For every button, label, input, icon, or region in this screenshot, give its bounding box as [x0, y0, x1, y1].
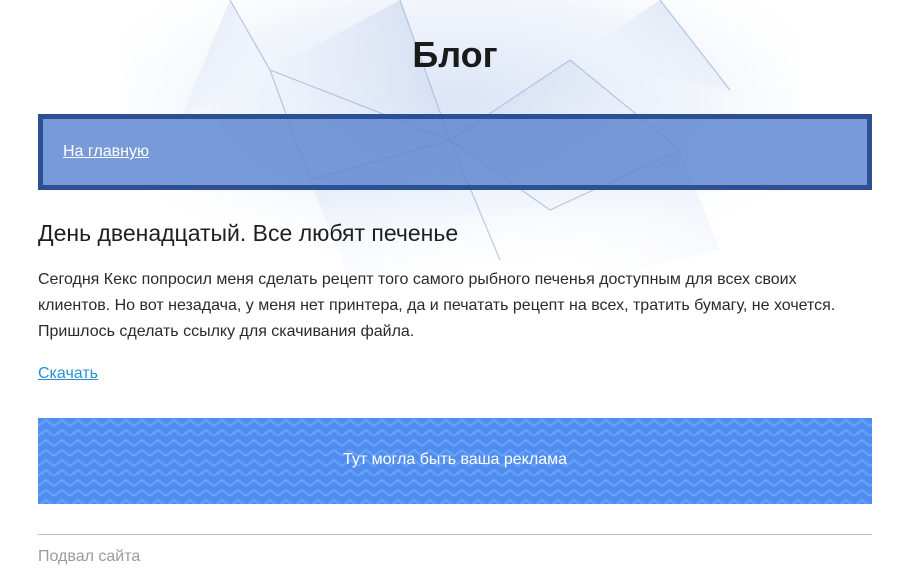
ad-text: Тут могла быть ваша реклама	[343, 451, 567, 468]
site-title: Блог	[412, 34, 498, 75]
download-link[interactable]: Скачать	[38, 365, 98, 383]
main-navigation: На главную	[38, 114, 872, 190]
page: Блог На главную День двенадцатый. Все лю…	[0, 0, 910, 586]
post-title: День двенадцатый. Все любят печенье	[38, 220, 459, 246]
footer-divider	[38, 534, 872, 535]
post-text: Сегодня Кекс попросил меня сделать рецеп…	[38, 271, 836, 340]
footer-text: Подвал сайта	[38, 548, 141, 565]
home-link[interactable]: На главную	[63, 143, 149, 161]
ad-banner[interactable]: Тут могла быть ваша реклама	[38, 418, 872, 504]
